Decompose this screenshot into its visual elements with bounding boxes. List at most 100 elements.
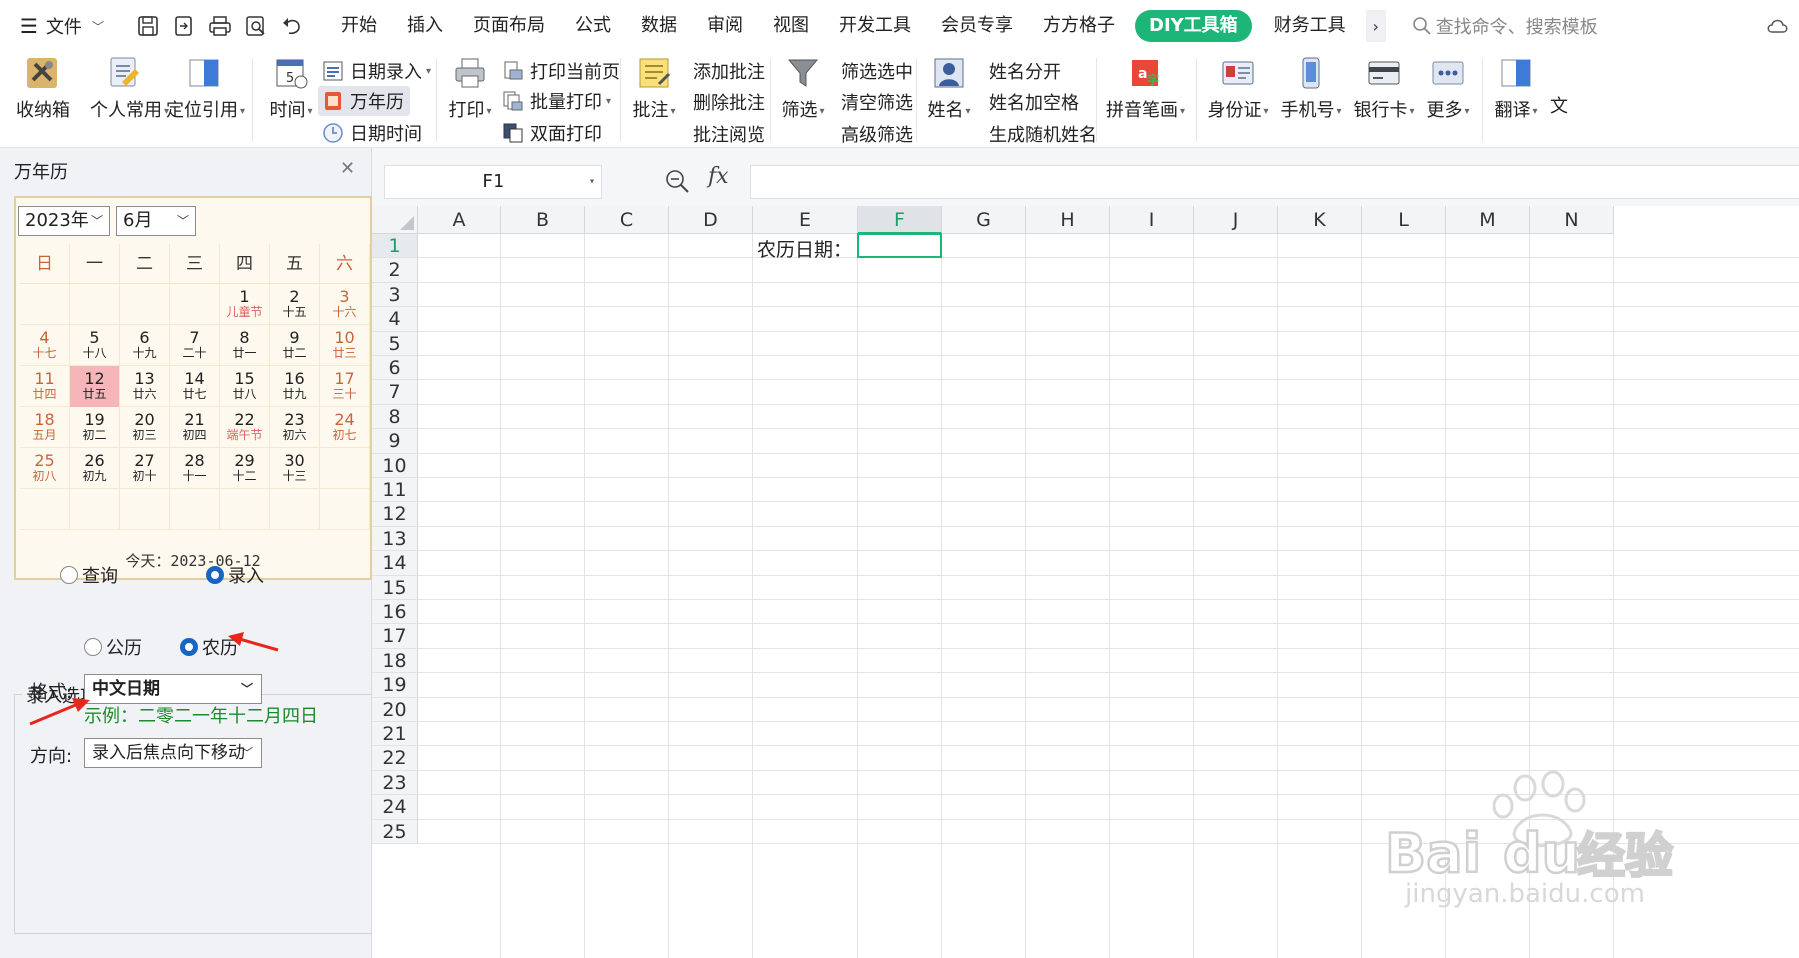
shaixuanxuanzhong-button[interactable]: 筛选选中 xyxy=(841,58,913,84)
calendar-day[interactable]: 26 初九 xyxy=(70,448,120,489)
tab-member[interactable]: 会员专享 xyxy=(925,10,1027,42)
shanchupizhu-button[interactable]: 删除批注 xyxy=(693,89,765,115)
row-header[interactable]: 7 xyxy=(372,380,418,405)
calendar-day[interactable]: 22 端午节 xyxy=(220,407,270,448)
row-header[interactable]: 5 xyxy=(372,331,418,356)
gerenchangyong-button[interactable]: 个人常用 ▾ xyxy=(90,56,169,122)
row-header[interactable]: 6 xyxy=(372,356,418,381)
row-header[interactable]: 19 xyxy=(372,673,418,698)
gengduo-button[interactable]: 更多 ▾ xyxy=(1424,56,1472,122)
tab-insert[interactable]: 插入 xyxy=(391,10,457,42)
calendar-day[interactable]: 12 廿五 xyxy=(70,366,120,407)
month-select[interactable]: 6月 ﹀ xyxy=(116,206,196,236)
qingkongshaixuan-button[interactable]: 清空筛选 xyxy=(841,89,913,115)
calendar-day[interactable]: 3 十六 xyxy=(320,284,370,325)
column-header[interactable]: L xyxy=(1362,206,1446,234)
calendar-day[interactable]: 30 十三 xyxy=(270,448,320,489)
tab-home[interactable]: 开始 xyxy=(325,10,391,42)
tianjiapizhu-button[interactable]: 添加批注 xyxy=(693,58,765,84)
formula-input[interactable] xyxy=(750,165,1799,199)
column-header[interactable]: I xyxy=(1110,206,1194,234)
piliangdayin-button[interactable]: 批量打印 ▾ xyxy=(502,88,611,114)
shoujihao-button[interactable]: 手机号 ▾ xyxy=(1280,56,1342,122)
row-header[interactable]: 16 xyxy=(372,600,418,625)
shaixuan-button[interactable]: 筛选 ▾ xyxy=(780,56,826,122)
pinyinbihua-button[interactable]: a字 拼音笔画 ▾ xyxy=(1106,56,1185,122)
xingmingfenkai-button[interactable]: 姓名分开 xyxy=(989,58,1061,84)
calendar-day[interactable]: 25 初八 xyxy=(20,448,70,489)
riqiluru-button[interactable]: 日期录入 ▾ xyxy=(322,58,431,84)
column-header[interactable]: C xyxy=(585,206,669,234)
undo-icon[interactable] xyxy=(279,13,305,39)
column-header[interactable]: D xyxy=(669,206,753,234)
calendar-day[interactable]: 2 十五 xyxy=(270,284,320,325)
shoucangxiang-button[interactable]: 收纳箱 xyxy=(16,56,70,122)
row-header[interactable]: 18 xyxy=(372,648,418,674)
tab-review[interactable]: 审阅 xyxy=(691,10,757,42)
calendar-day[interactable]: 9 廿二 xyxy=(270,325,320,366)
shuangmiandayin-button[interactable]: 双面打印 xyxy=(502,120,602,146)
gaojishaixuan-button[interactable]: 高级筛选 xyxy=(841,121,913,147)
row-header[interactable]: 2 xyxy=(372,258,418,283)
cell-E1[interactable]: 农历日期： xyxy=(757,235,852,262)
close-icon[interactable]: ✕ xyxy=(340,158,355,179)
shengchengsuijixingming-button[interactable]: 生成随机姓名 xyxy=(989,121,1097,147)
tab-diy-toolbox[interactable]: DIY工具箱 xyxy=(1135,10,1252,42)
calendar-day[interactable]: 19 初二 xyxy=(70,407,120,448)
row-header[interactable]: 21 xyxy=(372,722,418,747)
row-header[interactable]: 22 xyxy=(372,746,418,771)
riqishijian-button[interactable]: 日期时间 xyxy=(322,120,422,146)
calendar-day[interactable]: 24 初七 xyxy=(320,407,370,448)
xingmingjiakongge-button[interactable]: 姓名加空格 xyxy=(989,89,1079,115)
xingming-button[interactable]: 姓名 ▾ xyxy=(926,56,972,122)
wen-button[interactable]: 文 xyxy=(1550,92,1568,118)
print-icon[interactable] xyxy=(207,13,233,39)
mode-entry-radio[interactable]: 录入 xyxy=(206,562,264,588)
row-header[interactable]: 24 xyxy=(372,795,418,820)
yinhangka-button[interactable]: 银行卡 ▾ xyxy=(1352,56,1416,122)
column-header[interactable]: N xyxy=(1530,206,1614,234)
fx-icon[interactable]: fx xyxy=(708,164,729,189)
tab-page-layout[interactable]: 页面布局 xyxy=(457,10,559,42)
row-header[interactable]: 12 xyxy=(372,502,418,527)
calendar-day[interactable]: 17 三十 xyxy=(320,366,370,407)
row-header[interactable]: 9 xyxy=(372,429,418,454)
calendar-day[interactable]: 21 初四 xyxy=(170,407,220,448)
row-header[interactable]: 1 xyxy=(372,234,418,259)
print-preview-icon[interactable] xyxy=(243,13,269,39)
column-header[interactable]: M xyxy=(1446,206,1530,234)
command-search[interactable]: 查找命令、搜索模板 xyxy=(1412,13,1598,39)
select-all-corner[interactable] xyxy=(372,206,418,234)
file-menu[interactable]: ☰ 文件 ﹀ xyxy=(0,13,125,39)
fanyi-button[interactable]: 翻译 ▾ xyxy=(1492,56,1540,122)
export-icon[interactable] xyxy=(171,13,197,39)
chevron-right-icon[interactable]: › xyxy=(1365,10,1386,42)
calendar-day[interactable]: 18 五月 xyxy=(20,407,70,448)
column-header[interactable]: K xyxy=(1278,206,1362,234)
dayindangqianye-button[interactable]: 打印当前页 xyxy=(502,58,620,84)
calendar-day[interactable]: 20 初三 xyxy=(120,407,170,448)
calendar-day[interactable]: 14 廿七 xyxy=(170,366,220,407)
calendar-day[interactable]: 29 十二 xyxy=(220,448,270,489)
row-header[interactable]: 4 xyxy=(372,307,418,332)
tab-finance[interactable]: 财务工具 xyxy=(1258,10,1360,42)
row-header[interactable]: 13 xyxy=(372,526,418,552)
calendar-day[interactable]: 15 廿八 xyxy=(220,366,270,407)
row-header[interactable]: 20 xyxy=(372,697,418,722)
cloud-icon[interactable] xyxy=(1765,10,1799,42)
column-header[interactable]: G xyxy=(942,206,1026,234)
active-cell-F1[interactable] xyxy=(857,233,942,259)
column-header[interactable]: B xyxy=(501,206,585,234)
row-header[interactable]: 3 xyxy=(372,282,418,308)
calendar-day[interactable]: 8 廿一 xyxy=(220,325,270,366)
pizhu-button[interactable]: 批注 ▾ xyxy=(630,56,678,122)
row-header[interactable]: 25 xyxy=(372,819,418,844)
save-icon[interactable] xyxy=(135,13,161,39)
tab-data[interactable]: 数据 xyxy=(625,10,691,42)
calendar-day[interactable]: 10 廿三 xyxy=(320,325,370,366)
row-header[interactable]: 14 xyxy=(372,551,418,576)
gregorian-radio[interactable]: 公历 xyxy=(84,634,142,660)
row-header[interactable]: 23 xyxy=(372,770,418,796)
dayin-button[interactable]: 打印 ▾ xyxy=(446,56,494,122)
wannianli-button[interactable]: 万年历 xyxy=(318,86,410,116)
